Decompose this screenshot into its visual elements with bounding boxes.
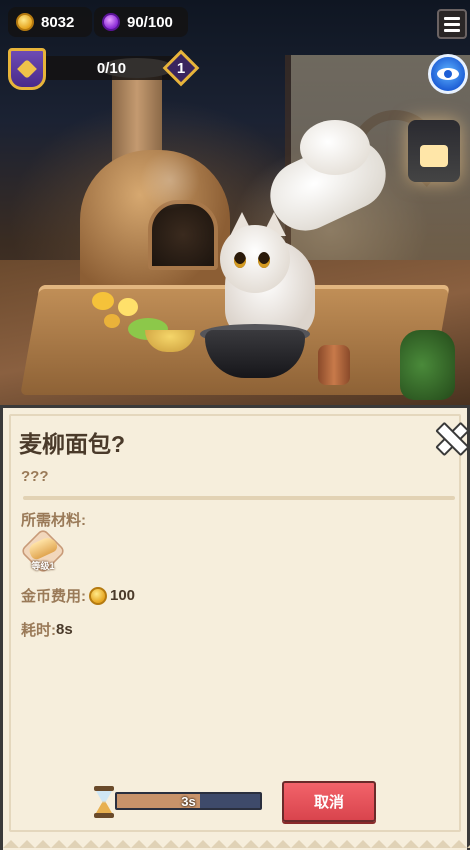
fruit [104, 314, 120, 328]
divider [23, 496, 455, 500]
cat-eye-right [258, 252, 270, 268]
coin-icon [16, 13, 34, 31]
close-icon [435, 422, 465, 452]
cancel-label: 取消 [313, 794, 344, 811]
quest-progress-text: 0/10 [96, 59, 127, 77]
time-row: 耗时: 8s [21, 619, 73, 640]
coin-icon [89, 586, 107, 605]
cat-chef-head[interactable] [220, 225, 290, 293]
chef-hat-top [300, 120, 370, 175]
cooking-timer: 3s [181, 793, 196, 809]
lemon-fruit [118, 298, 138, 316]
lantern-glow [420, 145, 448, 167]
hourglass-icon [91, 786, 117, 818]
steam [140, 150, 200, 210]
cost-value: 100 [110, 587, 136, 604]
panel-border [9, 414, 461, 832]
materials-label: 所需材料: [21, 512, 86, 529]
spice-jar [318, 345, 350, 385]
quest-progress-bar[interactable]: 0/10 [44, 56, 179, 80]
coin-counter[interactable]: 8032 [8, 7, 92, 37]
gem-icon [102, 13, 120, 31]
gem-counter[interactable]: 90/100 [94, 7, 188, 37]
coin-value: 8032 [41, 13, 75, 31]
cancel-button[interactable]: 取消 [282, 781, 376, 822]
level-number: 1 [176, 59, 186, 77]
recipe-description: ??? [21, 468, 49, 485]
time-value: 8s [56, 621, 73, 638]
cat-eye-left [234, 252, 246, 268]
cost-row: 金币费用: 100 [21, 585, 135, 606]
recipe-title: 麦柳面包? [19, 431, 126, 457]
recipe-info-panel: 麦柳面包? ??? 所需材料: 等级1 金币费用: 100 耗时: 8s 3s … [0, 405, 470, 850]
cost-label: 金币费用: [21, 588, 86, 605]
time-label: 耗时: [21, 622, 56, 639]
view-toggle-button[interactable] [428, 54, 468, 94]
guild-banner-icon[interactable] [8, 48, 46, 90]
heart-emblem-icon [17, 59, 37, 79]
close-button[interactable] [432, 419, 468, 455]
material-level: 等级1 [31, 561, 55, 571]
panel-zigzag-border [3, 838, 470, 848]
orange-fruit [92, 292, 114, 310]
menu-button[interactable] [437, 9, 467, 39]
gem-value: 90/100 [127, 13, 173, 31]
green-bottle [400, 330, 455, 400]
oven-door [148, 200, 218, 270]
cooking-progress-bar: 3s [115, 792, 262, 810]
hamburger-menu-icon [444, 16, 460, 20]
eye-icon [437, 68, 459, 80]
